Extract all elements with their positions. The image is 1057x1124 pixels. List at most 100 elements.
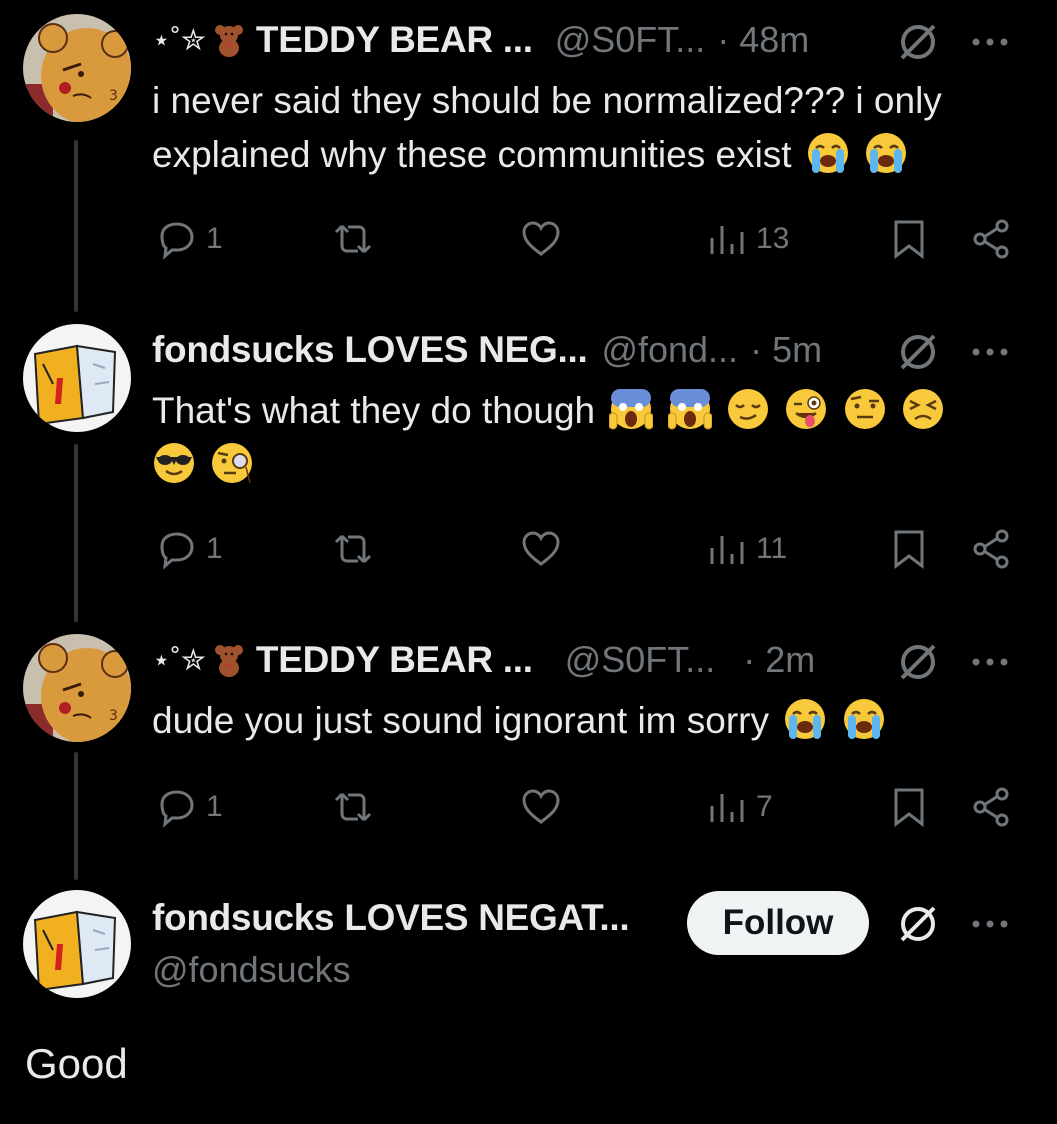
tweet-text: dude you just sound ignorant im sorry [152, 694, 1017, 748]
timestamp[interactable]: 48m [739, 19, 809, 61]
main-tweet-handle-row: @fondsucks [152, 946, 351, 994]
fondsucks-drawing-avatar [23, 890, 131, 998]
tweet-actions: 1 11 [152, 524, 1022, 574]
avatar[interactable] [23, 324, 131, 432]
tweet-header: ⋆˚✮ TEDDY BEAR ... @S0FT... · 2m [152, 636, 1017, 684]
tweet[interactable]: 3 ⋆˚✮ TEDDY BEAR ... @S0FT... · 48m i ne… [0, 0, 1057, 310]
star-decoration: ⋆˚✮ [152, 643, 206, 677]
bookmark-icon [894, 788, 924, 828]
heart-icon [522, 531, 560, 566]
share-button[interactable] [970, 782, 1012, 832]
tweet-text-content: dude you just sound ignorant im sorry [152, 700, 770, 741]
bookmark-button[interactable] [888, 524, 930, 574]
name-decoration: ⋆˚✮ [152, 643, 246, 678]
tweet[interactable]: 3 ⋆˚✮ TEDDY BEAR ... @S0FT... · 2m dude … [0, 620, 1057, 880]
name-decoration: ⋆˚✮ [152, 23, 246, 58]
timestamp[interactable]: 5m [772, 329, 822, 371]
repost-button[interactable] [332, 524, 374, 574]
handle[interactable]: @fondsucks [152, 949, 351, 991]
heart-icon [522, 789, 560, 824]
reply-count: 1 [206, 790, 223, 823]
loudly-crying-emoji [807, 133, 848, 173]
tweet[interactable]: fondsucks LOVES NEG... @fond... · 5m Tha… [0, 310, 1057, 620]
display-name[interactable]: TEDDY BEAR ... [256, 19, 533, 61]
share-icon [973, 219, 1009, 259]
grok-icon[interactable] [898, 904, 938, 944]
loudly-crying-emoji [866, 133, 907, 173]
timestamp[interactable]: 2m [765, 639, 815, 681]
display-name[interactable]: fondsucks LOVES NEGAT... [152, 897, 630, 939]
more-icon[interactable] [970, 32, 1010, 52]
more-icon[interactable] [970, 914, 1010, 934]
star-decoration: ⋆˚✮ [152, 23, 206, 57]
handle[interactable]: @fond... [601, 329, 738, 371]
bookmark-button[interactable] [888, 782, 930, 832]
tweet-actions: 1 7 [152, 782, 1022, 832]
view-count: 7 [756, 790, 773, 823]
raised-eyebrow-emoji [844, 389, 885, 429]
screaming-emoji [609, 389, 654, 430]
teddy-bear-icon [214, 645, 243, 677]
share-button[interactable] [970, 524, 1012, 574]
share-button[interactable] [970, 214, 1012, 264]
grok-icon[interactable] [898, 642, 938, 682]
like-button[interactable] [520, 782, 562, 832]
avatar[interactable]: 3 [23, 634, 131, 742]
avatar[interactable]: 3 [23, 14, 131, 122]
handle[interactable]: @S0FT... [555, 19, 706, 61]
teddy-bear-icon [214, 25, 243, 57]
views-button[interactable]: 13 [706, 214, 789, 264]
reply-icon [160, 790, 194, 828]
view-count: 11 [756, 532, 788, 565]
reply-count: 1 [206, 222, 223, 255]
persevering-emoji [902, 389, 943, 429]
reply-button[interactable]: 1 [156, 782, 223, 832]
tweet-text: i never said they should be normalized??… [152, 74, 1017, 182]
tweet-header: ⋆˚✮ TEDDY BEAR ... @S0FT... · 48m [152, 16, 1017, 64]
views-button[interactable]: 7 [706, 782, 773, 832]
display-name[interactable]: TEDDY BEAR ... [256, 639, 533, 681]
svg-text:3: 3 [109, 708, 118, 724]
views-icon [710, 794, 744, 822]
handle[interactable]: @S0FT... [565, 639, 716, 681]
heart-icon [522, 221, 560, 256]
repost-button[interactable] [332, 782, 374, 832]
teddy-bear-cookie-avatar: 3 [23, 14, 131, 122]
like-button[interactable] [520, 214, 562, 264]
follow-button[interactable]: Follow [687, 891, 869, 955]
grok-icon[interactable] [898, 22, 938, 62]
more-icon[interactable] [970, 342, 1010, 362]
reply-icon [160, 222, 194, 260]
svg-text:3: 3 [109, 88, 118, 104]
tweet-text-content: That's what they do though [152, 390, 596, 431]
avatar[interactable] [23, 890, 131, 998]
grok-icon[interactable] [898, 332, 938, 372]
display-name[interactable]: fondsucks LOVES NEG... [152, 329, 588, 371]
bookmark-icon [894, 220, 924, 260]
repost-icon [334, 224, 372, 254]
more-icon[interactable] [970, 652, 1010, 672]
winking-tongue-emoji [786, 389, 827, 429]
share-icon [973, 787, 1009, 827]
tweet-text: That's what they do though [152, 384, 1017, 492]
thread-view: 3 ⋆˚✮ TEDDY BEAR ... @S0FT... · 48m i ne… [0, 0, 1057, 1124]
main-tweet: fondsucks LOVES NEGAT... @fondsucks Foll… [0, 880, 1057, 1124]
reply-icon [160, 532, 194, 570]
main-tweet-text: Good [25, 1040, 128, 1087]
views-icon [710, 536, 744, 564]
separator-dot: · [750, 329, 763, 370]
fondsucks-drawing-avatar [23, 324, 131, 432]
reply-button[interactable]: 1 [156, 214, 223, 264]
repost-icon [334, 534, 372, 564]
bookmark-button[interactable] [888, 214, 930, 264]
view-count: 13 [756, 222, 790, 255]
separator-dot: · [743, 639, 756, 680]
like-button[interactable] [520, 524, 562, 574]
reply-button[interactable]: 1 [156, 524, 223, 574]
relieved-emoji [727, 389, 768, 429]
views-button[interactable]: 11 [706, 524, 787, 574]
tweet-header: fondsucks LOVES NEG... @fond... · 5m [152, 326, 1017, 374]
repost-button[interactable] [332, 214, 374, 264]
monocle-emoji [212, 443, 253, 484]
sunglasses-emoji [154, 443, 194, 483]
